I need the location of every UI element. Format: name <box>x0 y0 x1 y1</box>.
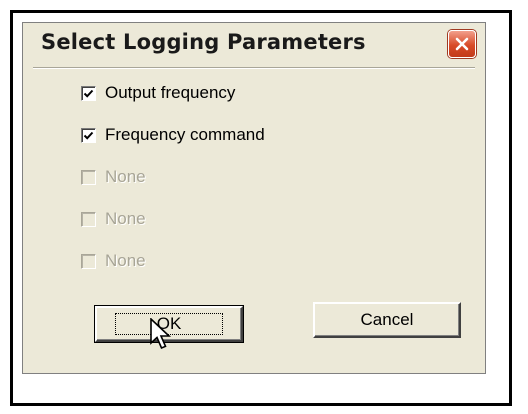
none-checkbox-3 <box>81 253 96 269</box>
checkmark-icon <box>83 89 94 98</box>
none-label-1: None <box>105 167 146 186</box>
none-label-3: None <box>105 251 146 270</box>
output-frequency-label: Output frequency <box>105 83 236 102</box>
frequency-command-label: Frequency command <box>105 125 265 144</box>
close-button[interactable] <box>448 30 476 58</box>
param-row-none-3: None <box>81 249 146 273</box>
checkmark-icon <box>83 131 94 140</box>
dialog-body: Output frequency Frequency command None … <box>23 71 485 373</box>
close-x-icon <box>455 37 469 51</box>
none-checkbox-1 <box>81 169 96 185</box>
param-row-none-1: None <box>81 165 146 189</box>
title-bar[interactable]: Select Logging Parameters <box>23 23 485 65</box>
none-checkbox-2 <box>81 211 96 227</box>
arrow-pointer-icon <box>150 318 172 350</box>
param-row-output-frequency[interactable]: Output frequency <box>81 81 235 105</box>
cancel-button-label: Cancel <box>360 310 414 329</box>
title-separator <box>33 67 475 69</box>
param-row-none-2: None <box>81 207 146 231</box>
dialog-title: Select Logging Parameters <box>41 30 366 54</box>
cancel-button[interactable]: Cancel <box>313 302 461 338</box>
param-row-frequency-command[interactable]: Frequency command <box>81 123 265 147</box>
none-label-2: None <box>105 209 146 228</box>
select-logging-parameters-dialog: Select Logging Parameters Output frequen… <box>22 22 486 374</box>
output-frequency-checkbox[interactable] <box>81 85 96 101</box>
frequency-command-checkbox[interactable] <box>81 127 96 143</box>
